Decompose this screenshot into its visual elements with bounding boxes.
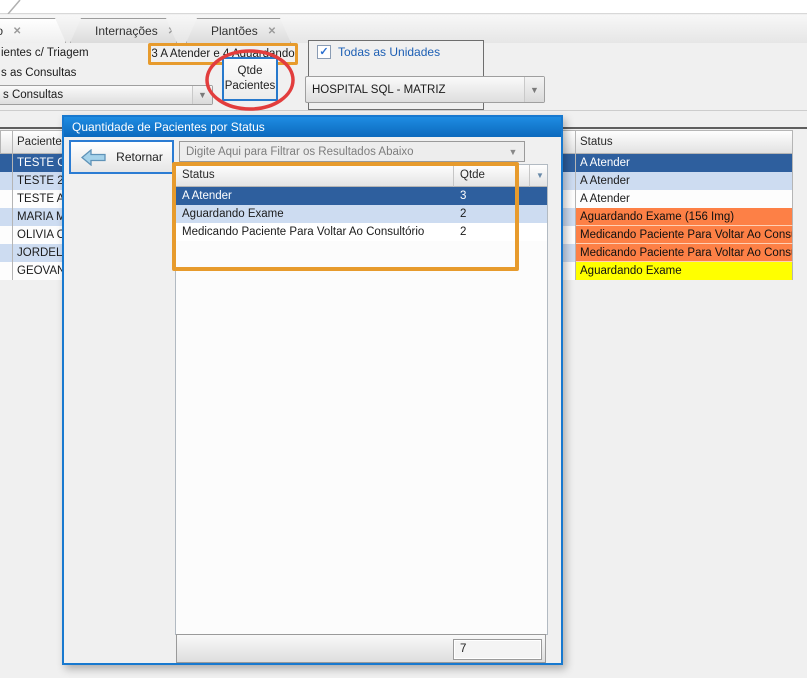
row-indicator <box>0 154 13 172</box>
row-indicator <box>0 262 13 280</box>
table-cell <box>563 190 576 208</box>
status-cell[interactable]: A Atender <box>576 190 793 208</box>
middle-column-header <box>563 130 576 154</box>
tab-atendimento-label: imento <box>0 24 3 38</box>
status-cell[interactable]: Medicando Paciente Para Voltar Ao Consul… <box>576 244 793 262</box>
hospital-combobox[interactable]: HOSPITAL SQL - MATRIZ ▼ <box>305 76 545 103</box>
retornar-button[interactable]: Retornar <box>69 140 174 174</box>
column-filter-arrow-icon[interactable]: ▼ <box>530 165 547 187</box>
consultas-combobox[interactable]: s Consultas ▼ <box>0 85 213 105</box>
chevron-down-icon[interactable]: ▼ <box>502 147 524 157</box>
table-cell <box>563 154 576 172</box>
table-row[interactable]: OLIVIA COS <box>13 226 65 244</box>
consultas-combobox-value: s Consultas <box>0 89 192 101</box>
chevron-down-icon[interactable]: ▼ <box>192 86 212 104</box>
row-indicator <box>0 208 13 226</box>
tab-internacoes[interactable]: Internações ✕ <box>70 18 177 43</box>
table-cell <box>563 244 576 262</box>
table-row[interactable]: TESTE 2 DO <box>13 172 65 190</box>
table-row[interactable]: Aguardando Exame 2 <box>176 205 547 223</box>
tab-atendimento[interactable]: imento ✕ <box>0 18 66 43</box>
back-arrow-icon <box>80 149 107 166</box>
qtde-pacientes-label-2: Pacientes <box>224 79 276 94</box>
divider <box>0 110 807 111</box>
table-row[interactable]: Medicando Paciente Para Voltar Ao Consul… <box>176 223 547 241</box>
hospital-combobox-value: HOSPITAL SQL - MATRIZ <box>306 84 524 96</box>
status-column-header[interactable]: Status <box>576 130 793 154</box>
qtde-pacientes-label-1: Qtde <box>224 64 276 79</box>
status-cell[interactable]: A Atender <box>576 154 793 172</box>
tab-close-icon[interactable]: ✕ <box>168 26 176 37</box>
label-todas-consultas: s as Consultas <box>1 67 76 79</box>
table-cell <box>563 226 576 244</box>
status-cell[interactable]: Medicando Paciente Para Voltar Ao Consul… <box>576 226 793 244</box>
upper-tab-edge <box>6 0 24 14</box>
todas-unidades-label: Todas as Unidades <box>338 45 440 59</box>
table-cell <box>563 208 576 226</box>
row-indicator <box>0 244 13 262</box>
status-cell[interactable]: Aguardando Exame <box>576 262 793 280</box>
row-indicator-header <box>0 130 13 154</box>
chevron-down-icon[interactable]: ▼ <box>524 77 544 102</box>
tab-bar: imento ✕ Internações ✕ Plantões ✕ <box>0 15 807 43</box>
tab-close-icon[interactable]: ✕ <box>13 26 21 37</box>
status-cell[interactable]: Aguardando Exame (156 Img) <box>576 208 793 226</box>
grid-header-status[interactable]: Status <box>176 165 454 187</box>
table-cell <box>563 172 576 190</box>
paciente-column-header[interactable]: Paciente <box>13 130 65 154</box>
label-pacientes-triagem: ientes c/ Triagem <box>1 47 89 59</box>
qtde-pacientes-modal: Quantidade de Pacientes por Status Retor… <box>62 115 563 665</box>
tab-plantoes-label: Plantões <box>211 24 258 38</box>
status-qtde-grid: Status Qtde ▼ A Atender 3 Aguardando Exa… <box>175 164 548 635</box>
filter-combobox[interactable]: Digite Aqui para Filtrar os Resultados A… <box>179 141 525 162</box>
retornar-label: Retornar <box>116 150 163 164</box>
total-count-field: 7 <box>453 639 542 660</box>
filter-placeholder: Digite Aqui para Filtrar os Resultados A… <box>180 146 502 158</box>
row-indicator <box>0 172 13 190</box>
table-cell <box>563 262 576 280</box>
todas-unidades-checkbox[interactable]: ✓ Todas as Unidades <box>317 45 440 59</box>
app-window: imento ✕ Internações ✕ Plantões ✕ ientes… <box>0 0 807 678</box>
grid-footer: 7 <box>176 634 546 663</box>
table-row[interactable]: MARIA MARI <box>13 208 65 226</box>
qtde-pacientes-button[interactable]: Qtde Pacientes <box>222 57 278 101</box>
row-indicator <box>0 190 13 208</box>
table-row[interactable]: TESTE OLIVI <box>13 154 65 172</box>
tab-close-icon[interactable]: ✕ <box>268 26 276 37</box>
tab-internacoes-label: Internações <box>95 24 158 38</box>
status-cell[interactable]: A Atender <box>576 172 793 190</box>
table-row[interactable]: TESTE ASDA <box>13 190 65 208</box>
grid-header-qtde[interactable]: Qtde <box>454 165 530 187</box>
table-row[interactable]: A Atender 3 <box>176 187 547 205</box>
table-row[interactable]: GEOVANNA <box>13 262 65 280</box>
top-strip <box>0 0 807 14</box>
checkbox-checked-icon[interactable]: ✓ <box>317 45 331 59</box>
modal-title: Quantidade de Pacientes por Status <box>64 117 561 137</box>
row-indicator <box>0 226 13 244</box>
table-row[interactable]: JORDELINO <box>13 244 65 262</box>
tab-plantoes[interactable]: Plantões ✕ <box>186 18 291 43</box>
